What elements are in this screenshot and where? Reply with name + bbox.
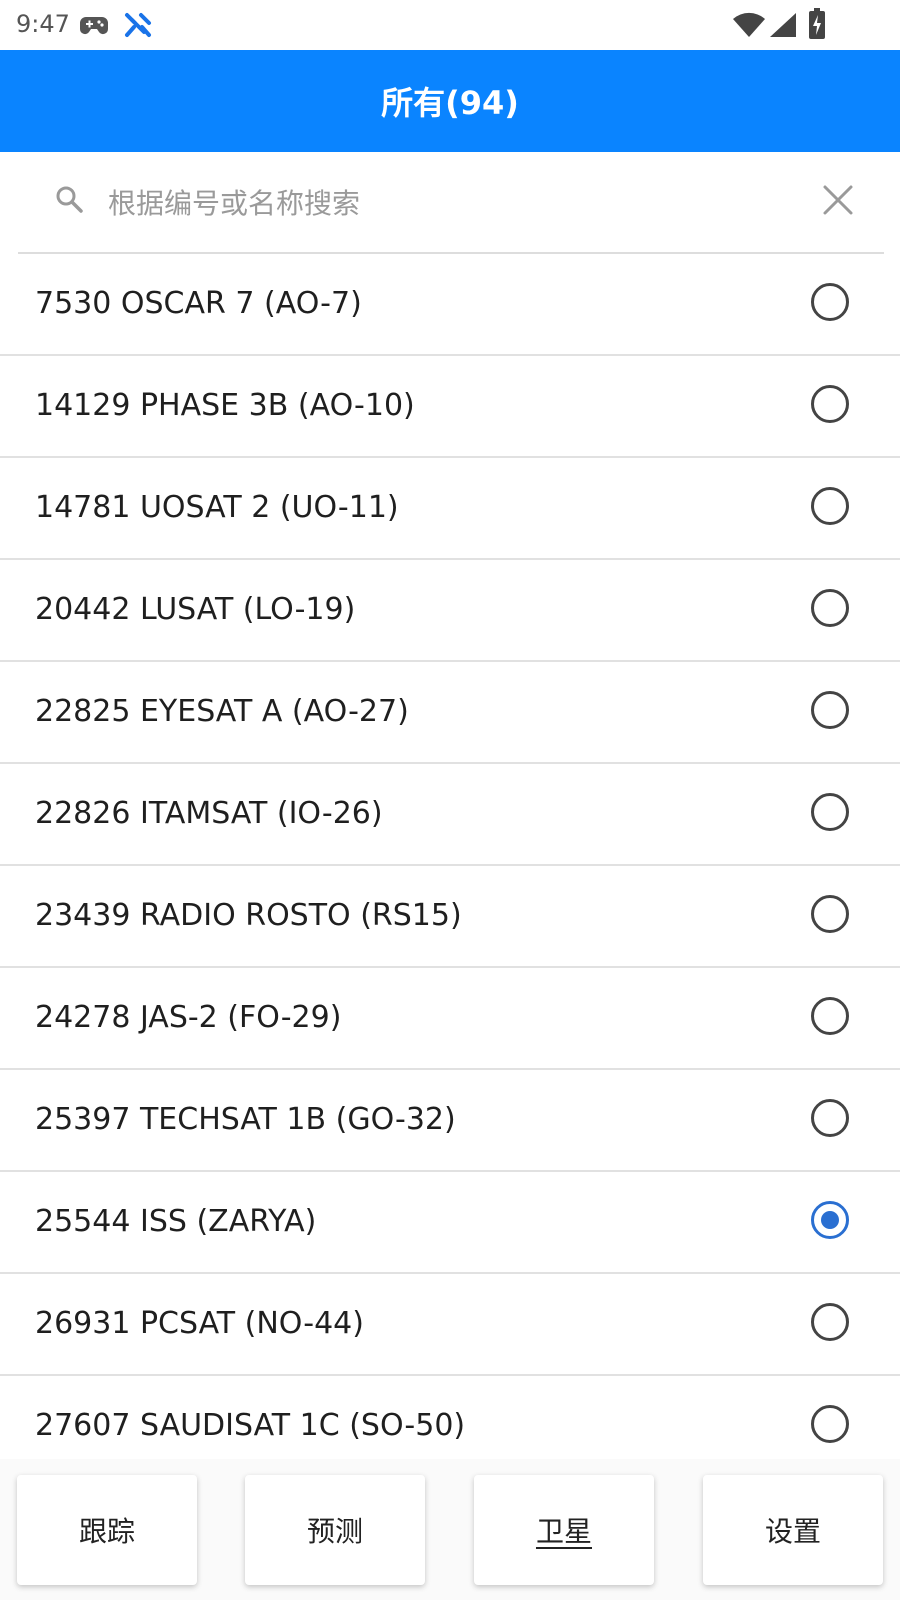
list-item-label: 14129 PHASE 3B (AO-10) bbox=[35, 388, 415, 423]
list-item-label: 23439 RADIO ROSTO (RS15) bbox=[35, 898, 462, 933]
nav-button-label: 跟踪 bbox=[78, 1515, 135, 1548]
battery-charging-icon bbox=[808, 8, 826, 44]
radio-button[interactable] bbox=[811, 1201, 849, 1239]
radio-button[interactable] bbox=[811, 1099, 849, 1137]
nav-button-settings[interactable]: 设置 bbox=[703, 1475, 883, 1585]
satellite-list: 7530 OSCAR 7 (AO-7) 14129 PHASE 3B (AO-1… bbox=[0, 254, 900, 1459]
gamepad-icon bbox=[80, 12, 108, 42]
radio-button[interactable] bbox=[811, 487, 849, 525]
status-bar: 9:47 bbox=[0, 0, 900, 50]
nav-button-track[interactable]: 跟踪 bbox=[17, 1475, 197, 1585]
list-item-label: 22826 ITAMSAT (IO-26) bbox=[35, 796, 383, 831]
radio-button[interactable] bbox=[811, 283, 849, 321]
radio-button[interactable] bbox=[811, 793, 849, 831]
search-bar bbox=[18, 152, 884, 254]
list-item[interactable]: 20442 LUSAT (LO-19) bbox=[0, 560, 900, 662]
app-bar: 所有(94) bbox=[0, 50, 900, 152]
nav-button-label: 设置 bbox=[764, 1515, 821, 1548]
radio-button[interactable] bbox=[811, 589, 849, 627]
list-item[interactable]: 27607 SAUDISAT 1C (SO-50) bbox=[0, 1376, 900, 1459]
list-item-label: 27607 SAUDISAT 1C (SO-50) bbox=[35, 1408, 466, 1443]
radio-button[interactable] bbox=[811, 385, 849, 423]
radio-button[interactable] bbox=[811, 691, 849, 729]
signal-icon bbox=[768, 12, 798, 42]
page-title: 所有(94) bbox=[381, 84, 519, 122]
search-icon bbox=[54, 184, 84, 218]
radio-button[interactable] bbox=[811, 1405, 849, 1443]
wifi-icon bbox=[732, 12, 766, 42]
nav-button-label: 预测 bbox=[306, 1515, 363, 1548]
list-item[interactable]: 14129 PHASE 3B (AO-10) bbox=[0, 356, 900, 458]
list-item[interactable]: 23439 RADIO ROSTO (RS15) bbox=[0, 866, 900, 968]
radio-button[interactable] bbox=[811, 1303, 849, 1341]
radio-button[interactable] bbox=[811, 997, 849, 1035]
list-item-label: 7530 OSCAR 7 (AO-7) bbox=[35, 286, 362, 321]
app-notification-icon bbox=[124, 12, 152, 42]
search-input[interactable] bbox=[106, 180, 790, 226]
list-item-label: 24278 JAS-2 (FO-29) bbox=[35, 1000, 342, 1035]
status-time: 9:47 bbox=[16, 10, 70, 38]
list-item[interactable]: 26931 PCSAT (NO-44) bbox=[0, 1274, 900, 1376]
bottom-nav: 跟踪 预测 卫星 设置 bbox=[0, 1459, 900, 1600]
close-icon[interactable] bbox=[822, 184, 854, 220]
list-item-label: 14781 UOSAT 2 (UO-11) bbox=[35, 490, 399, 525]
nav-button-predict[interactable]: 预测 bbox=[245, 1475, 425, 1585]
list-item[interactable]: 14781 UOSAT 2 (UO-11) bbox=[0, 458, 900, 560]
list-item[interactable]: 24278 JAS-2 (FO-29) bbox=[0, 968, 900, 1070]
list-item-label: 20442 LUSAT (LO-19) bbox=[35, 592, 356, 627]
list-item-label: 26931 PCSAT (NO-44) bbox=[35, 1306, 364, 1341]
nav-button-satellites[interactable]: 卫星 bbox=[474, 1475, 654, 1585]
nav-button-label: 卫星 bbox=[535, 1515, 592, 1548]
list-item[interactable]: 25397 TECHSAT 1B (GO-32) bbox=[0, 1070, 900, 1172]
list-item[interactable]: 7530 OSCAR 7 (AO-7) bbox=[0, 254, 900, 356]
list-item[interactable]: 22825 EYESAT A (AO-27) bbox=[0, 662, 900, 764]
list-item-label: 22825 EYESAT A (AO-27) bbox=[35, 694, 409, 729]
list-item-label: 25544 ISS (ZARYA) bbox=[35, 1204, 317, 1239]
radio-button[interactable] bbox=[811, 895, 849, 933]
list-item-label: 25397 TECHSAT 1B (GO-32) bbox=[35, 1102, 456, 1137]
list-item[interactable]: 25544 ISS (ZARYA) bbox=[0, 1172, 900, 1274]
list-item[interactable]: 22826 ITAMSAT (IO-26) bbox=[0, 764, 900, 866]
